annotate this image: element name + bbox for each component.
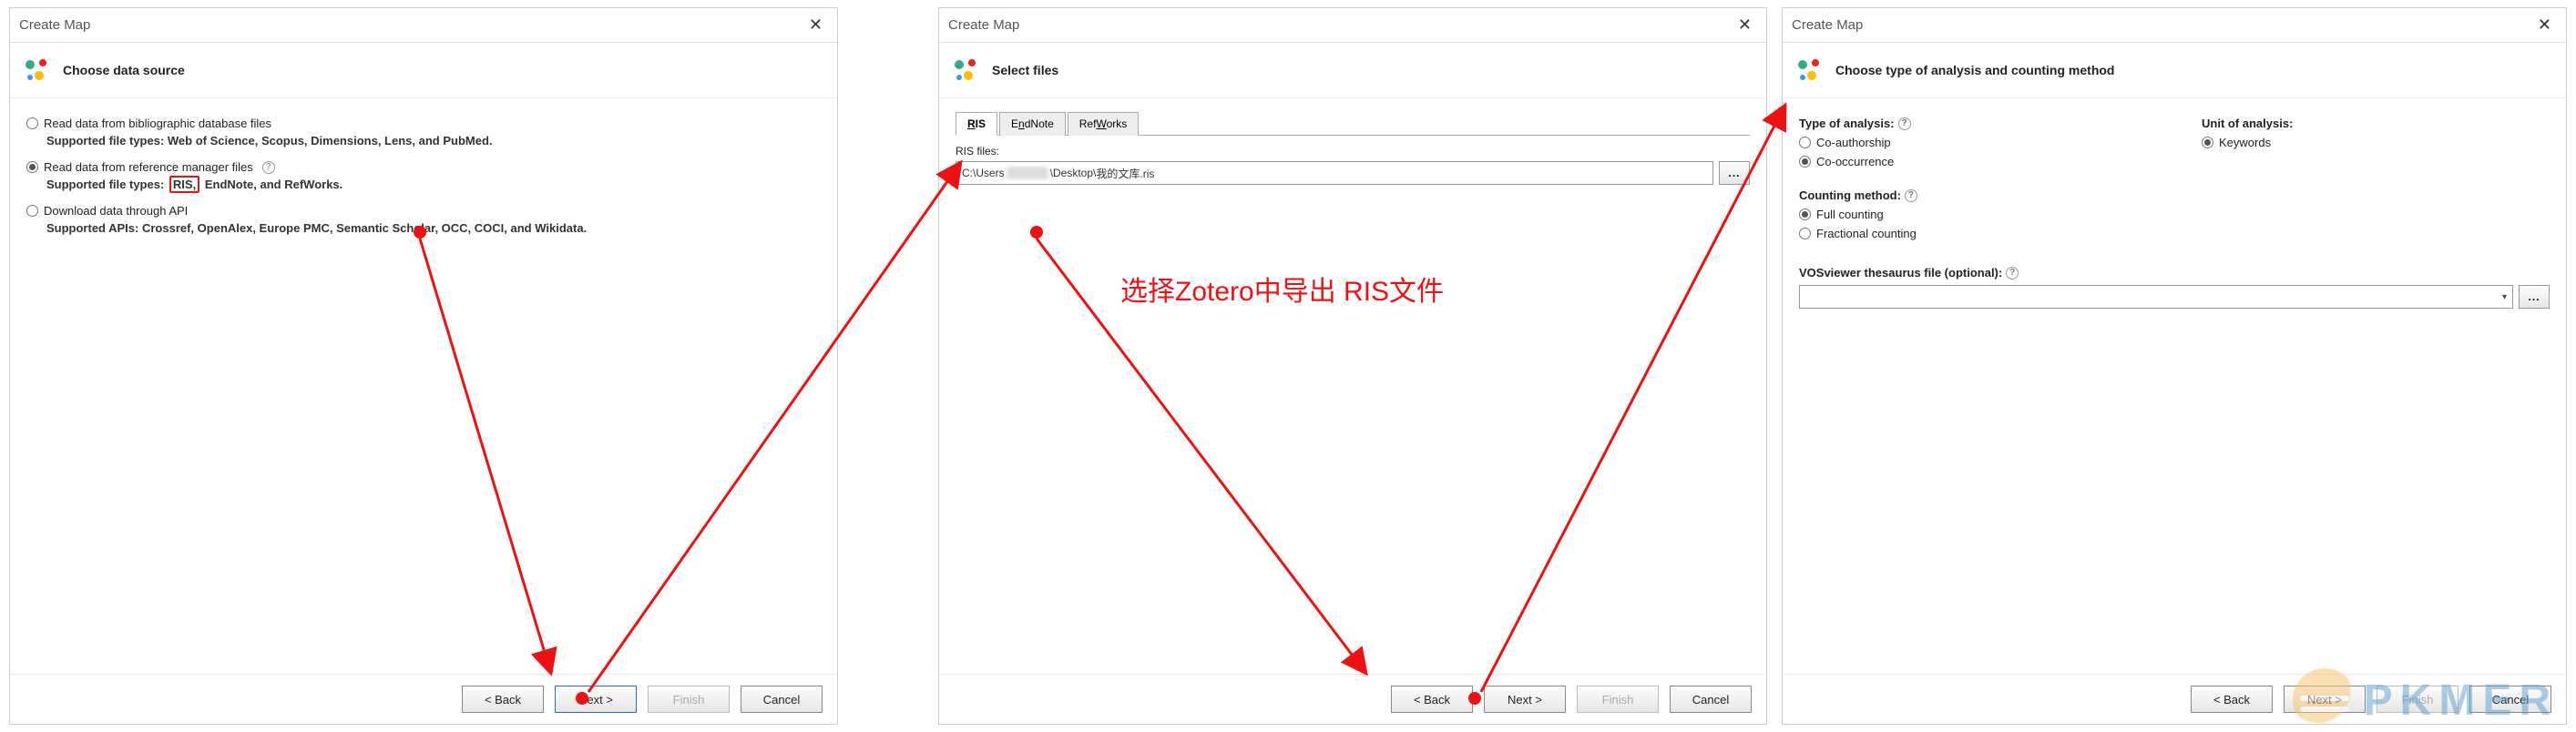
back-button[interactable]: < Back — [462, 686, 544, 713]
ris-highlight: RIS, — [169, 176, 199, 193]
banner: Choose data source — [10, 43, 837, 98]
dialog-title: Create Map — [1792, 17, 1863, 33]
content: Type of analysis:? Co-authorship Co-occu… — [1783, 98, 2566, 674]
next-button[interactable]: Next > — [1484, 686, 1566, 713]
vosviewer-icon — [1795, 56, 1825, 85]
radio-label: Read data from bibliographic database fi… — [44, 117, 271, 130]
tab-ris[interactable]: RIS — [956, 112, 997, 136]
file-path-pre: C:\Users — [962, 167, 1005, 179]
annotation-dot — [1468, 692, 1481, 705]
help-icon[interactable]: ? — [1898, 117, 1911, 130]
dialog-analysis-type: Create Map ✕ Choose type of analysis and… — [1782, 7, 2567, 725]
banner: Select files — [939, 43, 1766, 98]
radio-row-fractional-counting[interactable]: Fractional counting — [1799, 227, 2550, 240]
back-button[interactable]: < Back — [1391, 686, 1473, 713]
radio-icon[interactable] — [1799, 156, 1811, 168]
finish-button: Finish — [648, 686, 730, 713]
help-icon[interactable]: ? — [2006, 267, 2019, 280]
dialog-select-files: Create Map ✕ Select files RIS EndNote Re… — [938, 7, 1767, 725]
chevron-down-icon: ▾ — [2502, 292, 2507, 302]
thesaurus-select[interactable]: ▾ — [1799, 285, 2513, 309]
counting-method-label: Counting method:? — [1799, 188, 2550, 202]
browse-button[interactable]: ... — [2519, 285, 2550, 309]
back-button[interactable]: < Back — [2191, 686, 2273, 713]
content: RIS EndNote RefWorks RIS files: C:\Users… — [939, 98, 1766, 674]
annotation-text: 选择Zotero中导出 RIS文件 — [1120, 269, 1444, 309]
tab-endnote[interactable]: EndNote — [999, 112, 1066, 136]
dialog-choose-data-source: Create Map ✕ Choose data source Read dat… — [9, 7, 838, 725]
cancel-button[interactable]: Cancel — [1670, 686, 1752, 713]
cancel-button[interactable]: Cancel — [741, 686, 823, 713]
radio-label: Keywords — [2219, 136, 2271, 149]
annotation-dot — [414, 226, 426, 239]
close-icon[interactable]: ✕ — [1733, 15, 1757, 35]
radio-label: Download data through API — [44, 204, 188, 218]
radio-icon[interactable] — [1799, 137, 1811, 148]
thesaurus-label: VOSviewer thesaurus file (optional):? — [1799, 266, 2550, 280]
redacted-user: xxx — [1007, 167, 1048, 179]
close-icon[interactable]: ✕ — [2532, 15, 2557, 35]
radio-row-bibliographic[interactable]: Read data from bibliographic database fi… — [26, 117, 821, 130]
col-type: Type of analysis:? Co-authorship Co-occu… — [1799, 111, 2147, 172]
radio-label: Co-occurrence — [1816, 155, 1894, 168]
radio-icon[interactable] — [1799, 208, 1811, 220]
banner: Choose type of analysis and counting met… — [1783, 43, 2566, 98]
radio-label: Full counting — [1816, 208, 1884, 221]
help-icon[interactable]: ? — [1905, 189, 1917, 202]
titlebar: Create Map ✕ — [1783, 8, 2566, 43]
opt2-subtext: Supported file types: RIS, EndNote, and … — [46, 178, 821, 191]
radio-row-keywords[interactable]: Keywords — [2202, 136, 2550, 149]
col-unit: Unit of analysis: Keywords — [2202, 111, 2550, 172]
tab-refworks[interactable]: RefWorks — [1068, 112, 1139, 136]
finish-button: Finish — [1577, 686, 1659, 713]
button-bar: < Back Next > Finish Cancel — [10, 674, 837, 724]
unit-of-analysis-label: Unit of analysis: — [2202, 117, 2550, 130]
browse-button[interactable]: ... — [1719, 161, 1750, 185]
help-icon[interactable]: ? — [262, 161, 275, 174]
file-path-post: 我的文库.ris — [1096, 166, 1154, 181]
banner-title: Choose data source — [63, 63, 185, 77]
file-path-mid: \Desktop\ — [1050, 167, 1097, 179]
annotation-dot — [1030, 226, 1043, 239]
radio-row-api[interactable]: Download data through API — [26, 204, 821, 218]
radio-icon[interactable] — [2202, 137, 2213, 148]
banner-title: Select files — [992, 63, 1058, 77]
banner-title: Choose type of analysis and counting met… — [1835, 63, 2114, 77]
radio-label: Read data from reference manager files — [44, 160, 253, 174]
radio-row-full-counting[interactable]: Full counting — [1799, 208, 2550, 221]
type-of-analysis-label: Type of analysis:? — [1799, 117, 2147, 130]
watermark: PKMER — [2293, 668, 2558, 732]
radio-row-reference-manager[interactable]: Read data from reference manager files ? — [26, 160, 821, 174]
opt3-subtext: Supported APIs: Crossref, OpenAlex, Euro… — [46, 221, 821, 235]
next-button[interactable]: Next > — [555, 686, 637, 713]
ris-files-label: RIS files: — [956, 145, 1750, 158]
ris-file-input[interactable]: C:\Usersxxx\Desktop\我的文库.ris — [956, 161, 1713, 185]
watermark-icon — [2293, 668, 2356, 732]
radio-icon[interactable] — [26, 205, 38, 217]
content: Read data from bibliographic database fi… — [10, 98, 837, 674]
dialog-title: Create Map — [19, 17, 90, 33]
radio-row-cooccurrence[interactable]: Co-occurrence — [1799, 155, 2147, 168]
radio-label: Co-authorship — [1816, 136, 1891, 149]
radio-icon[interactable] — [1799, 228, 1811, 239]
radio-icon[interactable] — [26, 117, 38, 129]
watermark-text: PKMER — [2364, 676, 2558, 726]
opt2-sub-post: EndNote, and RefWorks. — [205, 178, 342, 191]
annotation-dot — [576, 692, 588, 705]
radio-label: Fractional counting — [1816, 227, 1917, 240]
vosviewer-icon — [952, 56, 981, 85]
vosviewer-icon — [23, 56, 52, 85]
radio-row-coauthorship[interactable]: Co-authorship — [1799, 136, 2147, 149]
opt2-sub-pre: Supported file types: — [46, 178, 168, 191]
opt1-subtext: Supported file types: Web of Science, Sc… — [46, 134, 821, 147]
thesaurus-row: ▾ ... — [1799, 285, 2550, 309]
button-bar: < Back Next > Finish Cancel — [939, 674, 1766, 724]
titlebar: Create Map ✕ — [10, 8, 837, 43]
ris-files-row: C:\Usersxxx\Desktop\我的文库.ris ... — [956, 161, 1750, 185]
titlebar: Create Map ✕ — [939, 8, 1766, 43]
radio-icon[interactable] — [26, 161, 38, 173]
tabs: RIS EndNote RefWorks — [956, 111, 1750, 136]
dialog-title: Create Map — [948, 17, 1019, 33]
close-icon[interactable]: ✕ — [803, 15, 828, 35]
